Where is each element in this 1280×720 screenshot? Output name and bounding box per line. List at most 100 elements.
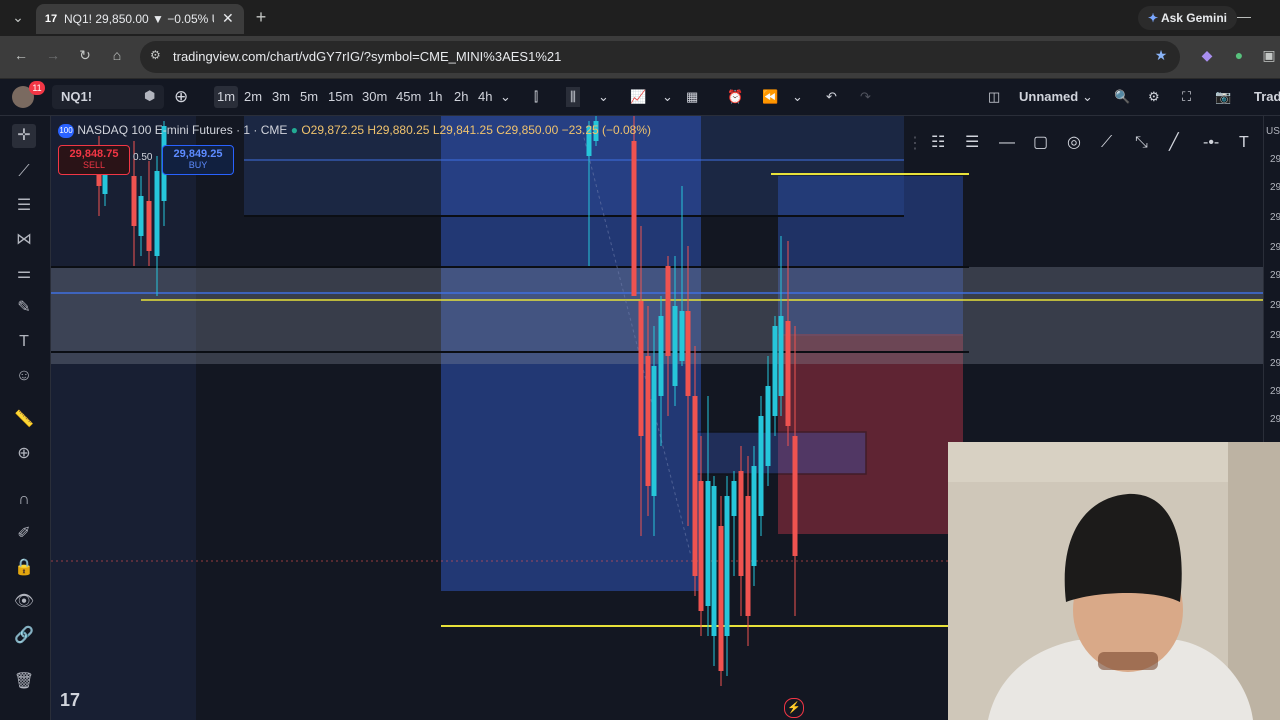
timeframe-15m[interactable]: 15m [325,86,356,108]
candle-body [154,171,160,256]
minimize-window-icon[interactable]: — [1236,8,1252,24]
tradingview-favicon-icon: 17 [44,13,58,25]
compare-add-icon[interactable]: ⊕ [174,87,188,107]
ruler-icon[interactable]: 📏 [12,408,36,432]
candle-body [718,526,724,671]
tradingview-logo-icon[interactable]: 17 [60,690,80,711]
extensions-puzzle-icon[interactable]: ▣ [1260,47,1278,64]
quick-search-icon[interactable]: 🔍 [1114,87,1130,107]
series-legend: 100 NASDAQ 100 E-mini Futures · 1 · CME … [58,122,651,138]
alert-icon[interactable]: ⏰ [727,87,743,107]
ask-gemini-button[interactable]: ✦ Ask Gemini [1138,6,1237,30]
buy-button[interactable]: 29,849.25 BUY [162,145,234,175]
browser-tab-bar: ⌄ 17 NQ1! 29,850.00 ▼ −0.05% Unn ✕ + ✦ A… [0,0,1280,36]
symbol-watch-icon[interactable]: ⬢ [144,88,155,104]
browser-tab[interactable]: 17 NQ1! 29,850.00 ▼ −0.05% Unn ✕ [36,4,244,34]
candle-body [765,386,771,466]
trendline-icon[interactable]: ╱ [1169,133,1179,153]
indicators-icon[interactable]: 📈 [630,87,646,107]
zoom-in-icon[interactable]: ⊕ [12,442,36,466]
horizontal-line-icon[interactable]: -•- [1203,133,1219,153]
magnet-icon[interactable]: ∩ [12,488,36,512]
ohlc-high: H29,880.25 [367,123,430,137]
pattern-icon[interactable]: ⋈ [12,228,36,252]
bar-style-icon[interactable]: ⫿ [534,87,538,107]
indicators-dropdown-icon[interactable]: ⌄ [662,87,673,107]
prediction-icon[interactable]: ⚌ [12,262,36,286]
floating-drawing-toolbar: ⋮ ☷ ☰ — ▢ ◎ ⟋ ⤡ ╱ -•- T [905,124,1263,162]
timeframe-dropdown-icon[interactable]: ⌄ [500,87,511,107]
symbol-search-field[interactable]: NQ1! ⬢ [52,85,164,109]
layout-name-button[interactable]: Unnamed [1019,87,1078,107]
lock-drawings-pen-icon[interactable]: ✐ [12,522,36,546]
layout-grid-icon[interactable]: ▦ [686,87,698,107]
snapshot-camera-icon[interactable]: 📷 [1215,87,1231,107]
tab-search-icon[interactable]: ⌄ [8,9,28,26]
path-icon[interactable]: ⤡ [1135,133,1148,153]
forward-arrow-icon[interactable]: → [44,47,62,63]
sell-button[interactable]: 29,848.75 SELL [58,145,130,175]
candle-body [645,356,651,486]
drag-handle-icon[interactable]: ⋮ [907,134,923,154]
visibility-eye-icon[interactable]: 👁 [12,590,36,614]
undo-icon[interactable]: ↶ [826,87,837,107]
replay-icon[interactable]: ⏪ [762,87,778,107]
crosshair-icon[interactable]: ✛ [12,124,36,148]
price-tick-label: 29 [1270,242,1280,253]
candle-style-icon[interactable]: ⫼ [566,87,580,107]
fullscreen-icon[interactable]: ⛶ [1182,87,1191,107]
symbol-name[interactable]: NASDAQ 100 E-mini Futures · 1 · CME [77,123,287,137]
timeframe-30m[interactable]: 30m [359,86,390,108]
candle-body [711,486,717,636]
timeframe-2h[interactable]: 2h [451,86,471,108]
site-settings-icon[interactable]: ⚙ [150,48,161,62]
timeframe-45m[interactable]: 45m [393,86,424,108]
url-field[interactable]: ⚙ tradingview.com/chart/vdGY7rIG/?symbol… [140,41,1180,73]
settings-lines-icon[interactable]: ☷ [931,133,945,153]
trash-icon[interactable]: 🗑 [12,670,36,694]
trend-line-icon[interactable]: ⟋ [12,160,36,184]
reload-icon[interactable]: ↻ [76,47,94,64]
circle-icon[interactable]: ◎ [1067,133,1081,153]
extension-icon[interactable]: ◆ [1198,47,1216,64]
candle-body [738,471,744,576]
timeframe-2m[interactable]: 2m [241,86,265,108]
trade-button[interactable]: Trad [1254,87,1280,107]
lock-icon[interactable]: 🔒 [12,556,36,580]
timeframe-4h[interactable]: 4h [475,86,495,108]
candle-body [679,311,685,361]
text-tool-icon[interactable]: T [12,330,36,354]
layout-dropdown-icon[interactable]: ⌄ [1082,87,1093,107]
rectangle-icon[interactable]: ▢ [1033,133,1048,153]
template-lines-icon[interactable]: ☰ [965,133,979,153]
layout-panel-icon[interactable]: ◫ [988,87,1000,107]
fib-retracement-icon[interactable]: ☰ [12,194,36,218]
back-arrow-icon[interactable]: ← [12,47,30,63]
close-tab-icon[interactable]: ✕ [222,10,234,27]
ray-icon[interactable]: ⟋ [1101,133,1112,153]
brush-icon[interactable]: ✎ [12,296,36,320]
lightning-icon[interactable]: ⚡ [784,698,804,718]
timeframe-3m[interactable]: 3m [269,86,293,108]
candle-body [731,481,737,516]
redo-icon[interactable]: ↷ [860,87,871,107]
chart-type-dropdown-icon[interactable]: ⌄ [598,87,609,107]
home-icon[interactable]: ⌂ [108,47,126,63]
timeframe-5m[interactable]: 5m [297,86,321,108]
price-tick-label: 29 [1270,386,1280,397]
new-tab-button[interactable]: + [252,7,270,28]
extension-2-icon[interactable]: ● [1230,47,1248,63]
currency-label[interactable]: US [1266,126,1280,137]
market-status-icon: ● [290,123,298,137]
bookmark-star-icon[interactable]: ★ [1152,47,1170,64]
settings-gear-icon[interactable]: ⚙ [1148,87,1160,107]
replay-dropdown-icon[interactable]: ⌄ [792,87,803,107]
timeframe-1h[interactable]: 1h [425,86,445,108]
emoji-icon[interactable]: ☺ [12,364,36,388]
buy-price: 29,849.25 [173,148,223,160]
link-icon[interactable]: 🔗 [12,624,36,648]
price-tick-label: 29 [1270,270,1280,281]
line-style-icon[interactable]: — [999,133,1015,153]
text-icon[interactable]: T [1239,133,1249,153]
timeframe-1m[interactable]: 1m [214,86,239,108]
